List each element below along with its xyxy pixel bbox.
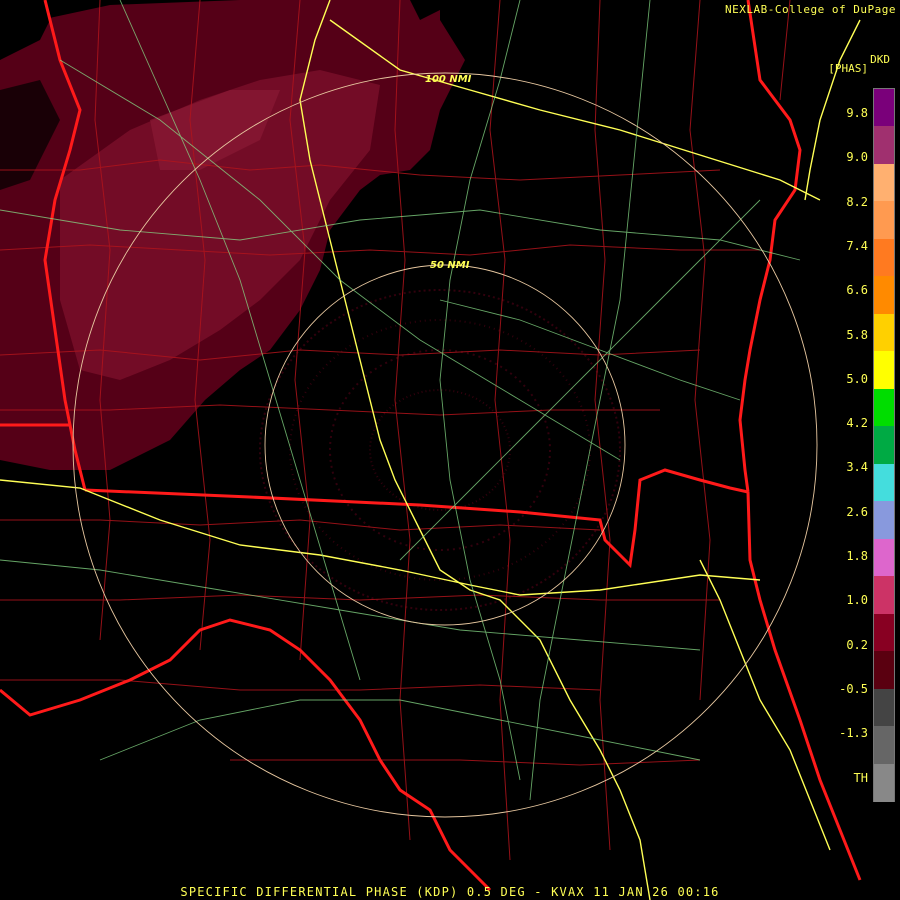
legend-label: 7.4 bbox=[846, 238, 868, 253]
legend-swatch bbox=[874, 426, 894, 465]
range-ring-50 bbox=[264, 264, 626, 626]
legend-label: -0.5 bbox=[839, 681, 868, 696]
legend-swatch bbox=[874, 651, 894, 690]
legend-label: 3.4 bbox=[846, 460, 868, 475]
legend-label: TH bbox=[853, 770, 868, 785]
legend-label: 5.0 bbox=[846, 371, 868, 386]
product-caption: SPECIFIC DIFFERENTIAL PHASE (KDP) 0.5 DE… bbox=[180, 885, 720, 899]
legend-swatch bbox=[874, 688, 894, 727]
legend-label: 1.0 bbox=[846, 593, 868, 608]
legend-swatch bbox=[874, 726, 894, 765]
ground-clutter bbox=[259, 289, 621, 611]
legend-swatch bbox=[874, 89, 894, 127]
radar-map-canvas: 100 NMI 50 NMI bbox=[0, 0, 862, 900]
legend-swatch bbox=[874, 763, 894, 802]
legend-label: 1.8 bbox=[846, 549, 868, 563]
color-legend-bar bbox=[873, 88, 895, 802]
legend-label: -1.3 bbox=[839, 726, 868, 741]
legend-swatch bbox=[874, 238, 894, 277]
radar-map: 100 NMI 50 NMI NEXLAB-College of DuPage … bbox=[0, 0, 900, 900]
legend-label: 2.6 bbox=[846, 504, 868, 519]
legend-label: 8.2 bbox=[846, 194, 868, 209]
legend-swatch bbox=[874, 351, 894, 390]
legend-swatch bbox=[874, 388, 894, 427]
legend-label: 5.8 bbox=[846, 327, 868, 342]
credit-text: NEXLAB-College of DuPage bbox=[725, 3, 896, 16]
legend-swatch bbox=[874, 538, 894, 577]
legend-label: 9.8 bbox=[846, 106, 868, 120]
legend-label: 0.2 bbox=[846, 637, 868, 652]
legend-unit: DKD bbox=[870, 53, 890, 66]
legend-swatch bbox=[874, 276, 894, 315]
range-ring-50-label: 50 NMI bbox=[430, 260, 470, 271]
legend-swatch bbox=[874, 201, 894, 240]
legend-swatch bbox=[874, 613, 894, 652]
range-ring-100-label: 100 NMI bbox=[425, 74, 472, 85]
legend-swatch bbox=[874, 576, 894, 615]
legend-swatch bbox=[874, 313, 894, 352]
legend-swatch bbox=[874, 163, 894, 202]
legend-swatch bbox=[874, 126, 894, 165]
legend-swatch bbox=[874, 501, 894, 540]
legend-swatch bbox=[874, 463, 894, 502]
legend-label: 6.6 bbox=[846, 283, 868, 298]
legend-unit-sub: [PHAS] bbox=[828, 62, 868, 75]
legend-label: 4.2 bbox=[846, 416, 868, 431]
legend-label: 9.0 bbox=[846, 150, 868, 165]
